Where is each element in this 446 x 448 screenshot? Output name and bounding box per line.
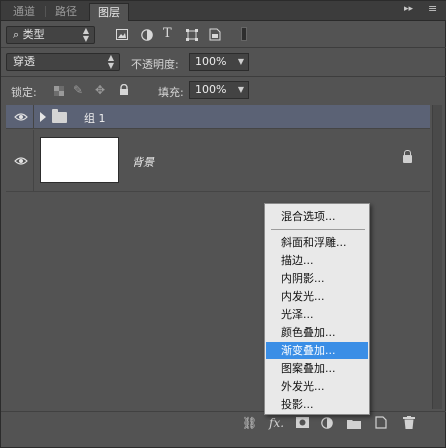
menu-item-color-overlay[interactable]: 颜色叠加...: [266, 324, 368, 341]
layer-filter-value: 类型: [22, 28, 45, 41]
blend-mode-select[interactable]: 穿透 ▲ ▼: [6, 53, 120, 71]
layer-thumbnail[interactable]: [40, 137, 119, 183]
lock-position-icon[interactable]: ✥: [95, 83, 105, 97]
add-mask-icon[interactable]: [296, 417, 309, 428]
menu-item-satin[interactable]: 光泽...: [266, 306, 368, 323]
layers-scrollbar[interactable]: [432, 105, 442, 409]
lock-icon: [403, 150, 412, 163]
tab-divider: [45, 6, 46, 17]
adjustment-layer-icon[interactable]: [321, 417, 333, 429]
text-filter-icon[interactable]: T: [163, 27, 172, 41]
search-icon: ⌕: [13, 28, 20, 41]
new-layer-icon[interactable]: [375, 416, 387, 429]
menu-item-pattern-overlay[interactable]: 图案叠加...: [266, 360, 368, 377]
blend-mode-value: 穿透: [13, 55, 35, 68]
chevron-down-icon[interactable]: ▼: [238, 82, 244, 98]
expand-triangle-icon[interactable]: [40, 112, 46, 122]
fill-label: 填充:: [158, 86, 184, 99]
lock-all-icon[interactable]: [119, 84, 129, 96]
layer-filter-select[interactable]: ⌕ 类型 ▲ ▼: [6, 26, 95, 44]
fx-button[interactable]: fx.: [269, 416, 284, 430]
chevron-updown-icon: ▲ ▼: [82, 26, 89, 43]
collapse-panel-icon[interactable]: ▸▸: [404, 4, 413, 14]
opacity-label: 不透明度:: [131, 58, 179, 71]
menu-item-drop-shadow[interactable]: 投影...: [266, 396, 368, 413]
eye-icon[interactable]: [14, 112, 28, 122]
panel-menu-icon[interactable]: ≡: [428, 2, 437, 15]
chevron-down-icon[interactable]: ▼: [238, 54, 244, 70]
layers-panel: 通道 路径 图层 ▸▸ ≡ ⌕ 类型 ▲ ▼ T 穿透 ▲ ▼ 不透明度: 100%…: [0, 0, 446, 448]
lock-label: 锁定:: [11, 86, 37, 99]
image-filter-icon[interactable]: [116, 29, 128, 40]
menu-item-stroke[interactable]: 描边...: [266, 252, 368, 269]
tab-paths[interactable]: 路径: [47, 3, 85, 21]
eye-icon[interactable]: [14, 156, 28, 166]
lock-transparent-pixels-icon[interactable]: [54, 86, 64, 96]
chevron-updown-icon: ▲ ▼: [107, 53, 114, 70]
panel-tab-bar: 通道 路径 图层 ▸▸ ≡: [1, 1, 446, 21]
layer-name[interactable]: 背景: [132, 154, 154, 170]
layer-style-context-menu: 混合选项... 斜面和浮雕... 描边... 内阴影... 内发光... 光泽.…: [264, 203, 370, 415]
tab-layers[interactable]: 图层: [89, 3, 129, 21]
fill-field[interactable]: 100% ▼: [189, 81, 249, 99]
divider: [1, 47, 446, 48]
menu-item-bevel-emboss[interactable]: 斜面和浮雕...: [266, 234, 368, 251]
menu-separator: [271, 229, 365, 230]
folder-icon: [52, 109, 67, 123]
menu-item-inner-shadow[interactable]: 内阴影...: [266, 270, 368, 287]
trash-icon[interactable]: [403, 416, 415, 429]
divider: [1, 76, 446, 77]
opacity-field[interactable]: 100% ▼: [189, 53, 249, 71]
visibility-column: [33, 130, 34, 191]
opacity-value: 100%: [195, 55, 227, 68]
menu-item-gradient-overlay[interactable]: 渐变叠加...: [266, 342, 368, 359]
layer-row-group[interactable]: 组 1: [6, 105, 430, 129]
adjustment-filter-icon[interactable]: [141, 29, 153, 41]
layer-row-background[interactable]: 背景: [6, 130, 430, 192]
visibility-column: [33, 105, 34, 128]
shape-filter-icon[interactable]: [186, 29, 198, 41]
menu-item-blending-options[interactable]: 混合选项...: [266, 208, 368, 225]
fill-value: 100%: [195, 83, 227, 96]
new-group-icon[interactable]: [347, 418, 361, 429]
menu-item-inner-glow[interactable]: 内发光...: [266, 288, 368, 305]
tab-channels[interactable]: 通道: [5, 3, 43, 21]
layer-name[interactable]: 组 1: [84, 110, 106, 126]
layers-bottom-toolbar: ⛓ fx.: [1, 411, 446, 435]
smart-object-filter-icon[interactable]: [209, 28, 221, 41]
lock-image-pixels-icon[interactable]: ✎: [73, 83, 83, 97]
menu-item-outer-glow[interactable]: 外发光...: [266, 378, 368, 395]
filter-toggle-switch[interactable]: [241, 27, 247, 41]
link-layers-icon[interactable]: ⛓: [242, 416, 257, 430]
